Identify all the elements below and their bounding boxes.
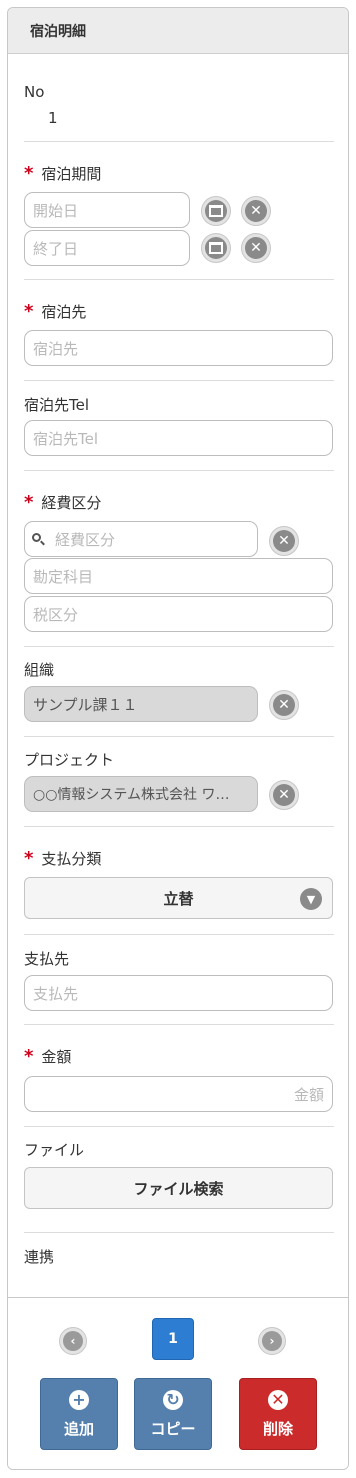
organization-label: 組織 (24, 661, 55, 679)
expense-placeholder: 経費区分 (55, 530, 116, 549)
required-mark: * (24, 300, 34, 322)
expense-label: 経費区分 (41, 494, 102, 512)
payment-type-value: 立替 (163, 889, 194, 908)
file-section: ファイル (24, 1139, 334, 1160)
required-mark: * (24, 491, 34, 513)
add-button[interactable]: + 追加 (40, 1378, 118, 1450)
no-value: 1 (48, 109, 58, 127)
start-date-input[interactable]: 開始日 (24, 192, 190, 228)
project-section: プロジェクト (24, 749, 334, 770)
lodging-section: * 宿泊先 (24, 301, 334, 322)
divider (24, 826, 334, 827)
chevron-right-icon: › (262, 1331, 282, 1351)
close-icon: ✕ (268, 1389, 288, 1410)
plus-icon: + (69, 1389, 89, 1410)
divider (24, 279, 334, 280)
payment-type-section: * 支払分類 (24, 848, 334, 869)
required-mark: * (24, 162, 34, 184)
organization-clear-button[interactable]: ✕ (269, 690, 299, 720)
close-icon: ✕ (273, 694, 295, 716)
refresh-icon: ↻ (163, 1389, 183, 1410)
expense-section: * 経費区分 (24, 492, 334, 513)
close-icon: ✕ (245, 200, 267, 222)
period-section: * 宿泊期間 (24, 163, 334, 184)
expense-clear-button[interactable]: ✕ (269, 526, 299, 556)
period-label: 宿泊期間 (41, 165, 102, 183)
start-date-calendar-button[interactable] (201, 196, 231, 226)
organization-field[interactable]: サンプル課１１ (24, 686, 258, 722)
divider (24, 934, 334, 935)
file-label: ファイル (24, 1141, 85, 1159)
footer-bar: ‹ 1 › + 追加 ↻ コピー ✕ 削除 (8, 1297, 348, 1469)
file-search-button[interactable]: ファイル検索 (24, 1167, 333, 1209)
calendar-icon (209, 205, 223, 217)
calendar-icon (209, 242, 223, 254)
project-clear-button[interactable]: ✕ (269, 780, 299, 810)
project-field[interactable]: ○○情報システム株式会社 ワ… (24, 776, 258, 812)
current-page-button[interactable]: 1 (152, 1318, 194, 1360)
prev-page-button[interactable]: ‹ (59, 1327, 87, 1355)
required-mark: * (24, 1045, 34, 1067)
end-date-input[interactable]: 終了日 (24, 230, 190, 266)
close-icon: ✕ (245, 237, 267, 259)
amount-section: * 金額 (24, 1046, 334, 1067)
start-date-clear-button[interactable]: ✕ (241, 196, 271, 226)
divider (24, 470, 334, 471)
payment-type-select[interactable]: 立替 ▼ (24, 877, 333, 919)
payee-input[interactable]: 支払先 (24, 975, 333, 1011)
lodging-label: 宿泊先 (41, 303, 87, 321)
divider (24, 1024, 334, 1025)
divider (24, 646, 334, 647)
chevron-left-icon: ‹ (63, 1331, 83, 1351)
panel-title: 宿泊明細 (8, 8, 348, 54)
next-page-button[interactable]: › (258, 1327, 286, 1355)
copy-button[interactable]: ↻ コピー (134, 1378, 212, 1450)
divider (24, 736, 334, 737)
account-input[interactable]: 勘定科目 (24, 558, 333, 594)
close-icon: ✕ (273, 784, 295, 806)
copy-label: コピー (150, 1419, 196, 1438)
payment-type-label: 支払分類 (41, 850, 102, 868)
search-icon (31, 532, 45, 546)
divider (24, 380, 334, 381)
lodging-tel-section: 宿泊先Tel (24, 394, 334, 415)
link-label: 連携 (24, 1248, 55, 1266)
lodging-tel-label: 宿泊先Tel (24, 396, 90, 414)
lodging-detail-panel: 宿泊明細 No 1 * 宿泊期間 開始日 ✕ 終了日 ✕ * 宿泊先 宿泊先 宿泊先… (7, 7, 349, 1470)
link-section: 連携 (24, 1246, 334, 1267)
no-section: No 1 (24, 83, 334, 127)
lodging-input[interactable]: 宿泊先 (24, 330, 333, 366)
required-mark: * (24, 847, 34, 869)
end-date-clear-button[interactable]: ✕ (241, 233, 271, 263)
project-label: プロジェクト (24, 751, 115, 769)
chevron-down-icon: ▼ (300, 888, 322, 910)
divider (24, 141, 334, 142)
amount-label: 金額 (41, 1048, 72, 1066)
amount-input[interactable]: 金額 (24, 1076, 333, 1112)
close-icon: ✕ (273, 530, 295, 552)
delete-label: 削除 (262, 1419, 293, 1438)
end-date-calendar-button[interactable] (201, 233, 231, 263)
divider (24, 1232, 334, 1233)
no-label: No (24, 83, 45, 101)
divider (24, 1126, 334, 1127)
payee-label: 支払先 (24, 950, 70, 968)
delete-button[interactable]: ✕ 削除 (239, 1378, 317, 1450)
payee-section: 支払先 (24, 948, 334, 969)
add-label: 追加 (63, 1419, 94, 1438)
expense-search-input[interactable]: 経費区分 (24, 521, 258, 557)
tax-input[interactable]: 税区分 (24, 596, 333, 632)
lodging-tel-input[interactable]: 宿泊先Tel (24, 420, 333, 456)
organization-section: 組織 (24, 659, 334, 680)
